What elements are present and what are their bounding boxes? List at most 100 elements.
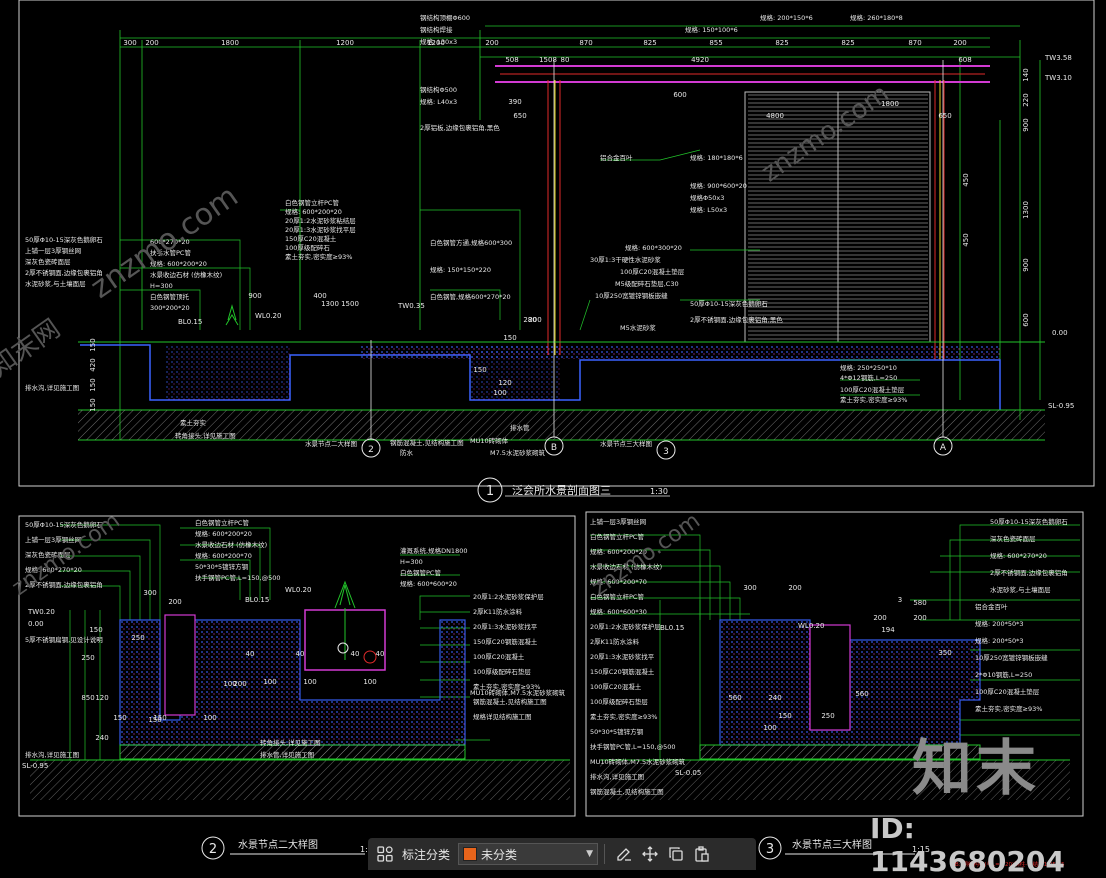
annotation-note: 20厚1:2水泥砂浆保护层 <box>473 592 544 601</box>
annotation-note: 素土夯实,密实度≥93% <box>473 682 540 691</box>
dimension-label: 100 <box>363 678 376 686</box>
dimension-label: 4800 <box>766 112 784 120</box>
annotation-note: 灌溉系统,规格DN1800 <box>400 546 467 555</box>
dimension-label: 1508 <box>539 56 557 64</box>
axis-bubble-label: 2 <box>368 445 374 455</box>
dimension-label: 1300 <box>321 300 339 308</box>
annotation-note: 30厚1:3干硬性水泥砂浆 <box>590 255 661 264</box>
grid-icon[interactable] <box>372 841 398 867</box>
annotation-note: 2*Φ10钢筋,L=250 <box>975 670 1032 679</box>
annotation-note: 50*30*5镀锌方钢 <box>590 727 644 736</box>
dimension-label: 250 <box>131 634 144 642</box>
annotation-note: 100厚级配碎石 <box>285 243 330 252</box>
elevation-label: TW0.20 <box>27 608 55 616</box>
annotation-note: 2厚K11防水涂料 <box>590 637 640 646</box>
annotation-note: 深灰色瓷砖面层 <box>25 257 71 266</box>
annotation-note: 规格: 150*150*220 <box>430 265 491 274</box>
dimension-label: 200 <box>913 614 926 622</box>
annotation-category-label: 标注分类 <box>402 847 451 862</box>
annotation-note: 扶手钢管PC管,L=150,@500 <box>590 742 675 751</box>
annotation-note: 150厚C20钢筋混凝土 <box>590 667 655 676</box>
dimension-label: 250 <box>821 712 834 720</box>
annotation-note: 2厚不锈钢面,边缘包裹铝角,黑色 <box>690 315 783 324</box>
edit-icon[interactable] <box>611 841 637 867</box>
elevation-label: BL0.15 <box>660 624 684 632</box>
dimension-label: 200 <box>873 614 886 622</box>
paste-icon[interactable] <box>689 841 715 867</box>
annotation-note: 规格详见结构施工图 <box>473 712 532 721</box>
annotation-note: 排水沟,详见施工图 <box>25 383 79 392</box>
move-icon[interactable] <box>637 841 663 867</box>
dimension-label: 100 <box>763 724 776 732</box>
category-color-swatch <box>463 847 478 861</box>
dimension-label: 508 <box>505 56 518 64</box>
annotation-note: 20厚1:2水泥砂浆粘结层 <box>285 216 356 225</box>
dimension-label: 420 <box>89 358 97 371</box>
dimension-label: 300 <box>123 39 136 47</box>
annotation-note: 白色钢管方通,规格600*300 <box>430 238 512 247</box>
annotation-note: 白色钢管顶托 <box>150 292 190 301</box>
chevron-down-icon: ▼ <box>586 849 594 859</box>
annotation-note: 钢筋混凝土,见结构施工图 <box>390 438 464 447</box>
annotation-note: 规格: 200*50*3 <box>975 619 1024 628</box>
copy-icon[interactable] <box>663 841 689 867</box>
annotation-note: 素土夯实,密实度≥93% <box>590 712 657 721</box>
dimension-label: 80 <box>561 56 570 64</box>
dimension-label: 200 <box>953 39 966 47</box>
annotation-note: 钢结构顶棚Φ600 <box>420 13 470 22</box>
annotation-note: 20厚1:3水泥砂浆找平 <box>473 622 538 631</box>
dimension-label: 650 <box>938 112 951 120</box>
annotation-category-select[interactable]: 未分类 ▼ <box>458 843 599 865</box>
dimension-label: 200 <box>168 598 181 606</box>
dimension-label: 1300 <box>1022 201 1030 219</box>
dimension-label: 200 <box>528 316 541 324</box>
annotation-note: 排水管 <box>510 423 530 432</box>
annotation-note: 白色钢管,规格600*270*20 <box>430 292 511 301</box>
annotation-note: 防水 <box>400 448 414 457</box>
dimension-label: 850 <box>81 694 94 702</box>
section-1-title: 泛会所水景剖面图三 <box>512 483 611 497</box>
dimension-label: 240 <box>95 734 108 742</box>
dimension-label: 240 <box>768 694 781 702</box>
section-3-number: 3 <box>766 842 774 857</box>
annotation-note: 上铺一层3厚钢丝网 <box>590 517 646 526</box>
annotation-note: 规格: 900*600*20 <box>690 181 747 190</box>
annotation-note: 素土夯实 <box>180 418 207 427</box>
dimension-label: 150 <box>89 378 97 391</box>
elevation-label: BL0.15 <box>178 318 202 326</box>
annotation-note: 深灰色瓷砖面层 <box>990 534 1036 543</box>
dimension-label: 300 <box>743 584 756 592</box>
annotation-note: 规格: 150*100*6 <box>685 25 738 34</box>
annotation-note: 水泥砂浆,与土壤面层 <box>25 279 86 288</box>
annotation-note: 规格: 200*150*6 <box>760 13 813 22</box>
annotation-note: 规格: L30x3 <box>420 37 457 46</box>
annotation-note: 转角接头,详见施工图 <box>260 738 321 747</box>
dimension-label: 1500 <box>341 300 359 308</box>
dimension-label: 390 <box>508 98 521 106</box>
annotation-note: 规格Φ50x3 <box>690 193 724 202</box>
annotation-note: MU10砖砌体,M7.5水泥砂浆砌筑 <box>590 757 686 766</box>
annotation-note: 规格: 600*200*20 <box>195 529 252 538</box>
dimension-label: 1800 <box>221 39 239 47</box>
axis-bubble-label: 3 <box>663 447 669 457</box>
watermark-logo: 知末 <box>912 734 1040 804</box>
dimension-label: 350 <box>938 649 951 657</box>
annotation-note: 规格: L40x3 <box>420 97 457 106</box>
dimension-label: 825 <box>841 39 854 47</box>
annotation-note: 白色钢管立杆PC管 <box>285 198 339 207</box>
annotation-note: 规格: 180*180*6 <box>690 153 743 162</box>
dimension-label: 150 <box>148 716 161 724</box>
dimension-label: 100 <box>203 714 216 722</box>
annotation-note: 20厚1:2水泥砂浆保护层 <box>590 622 661 631</box>
annotation-note: 上铺一层3厚钢丝网 <box>25 246 81 255</box>
dimension-label: 608 <box>958 56 971 64</box>
annotation-note: 铝合金百叶 <box>975 602 1008 611</box>
annotation-note: M5级配碎石垫层,C30 <box>615 279 679 288</box>
elevation-label: WL0.20 <box>798 622 824 630</box>
dimension-label: 120 <box>498 379 511 387</box>
elevation-label: WL0.20 <box>285 586 311 594</box>
dimension-label: 150 <box>503 334 516 342</box>
dimension-label: 200 <box>485 39 498 47</box>
toolbar-divider <box>604 844 606 864</box>
axis-bubble-label: B <box>551 443 557 453</box>
